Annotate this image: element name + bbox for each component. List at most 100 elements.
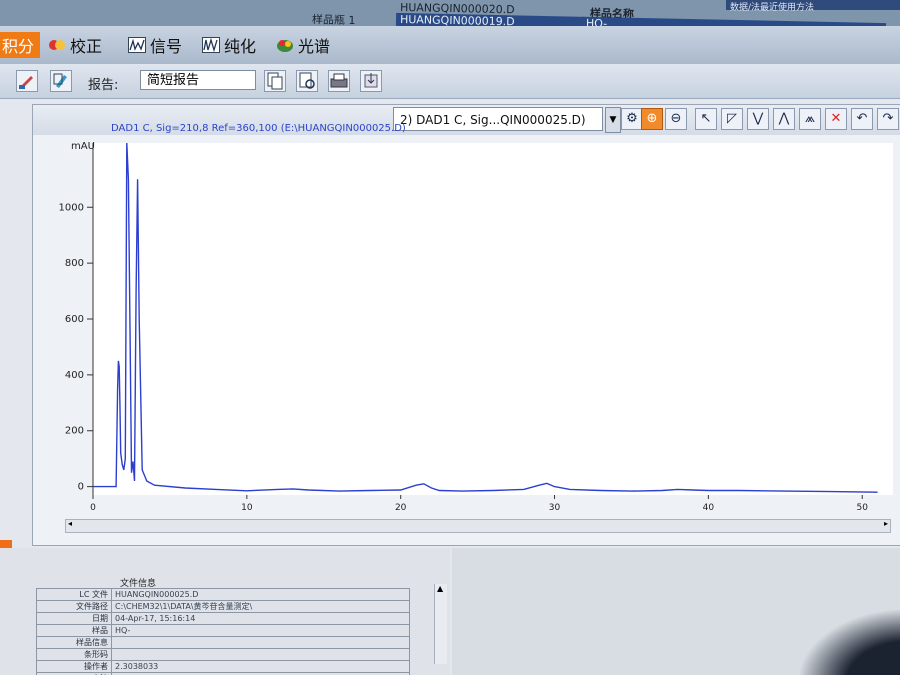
signal-view-panel: 2) DAD1 C, Sig...QIN000025.D) ▼ ⚙ ⊕ ⊖ ↖ … — [32, 104, 900, 546]
menu-integration[interactable]: 积分 — [0, 32, 41, 58]
x-tick-label: 10 — [241, 503, 253, 513]
file-info-key: 样品信息 — [36, 636, 112, 649]
menu-calibration[interactable]: 校正 — [48, 32, 102, 58]
menu-spectrum[interactable]: 光谱 — [276, 32, 330, 58]
file-info-value: HUANGQIN000025.D — [111, 588, 410, 601]
split-peak-icon: ⋁ — [752, 111, 764, 126]
menu-purify-label: 纯化 — [224, 37, 257, 56]
pen-icon — [53, 73, 67, 88]
file-info-value — [111, 648, 410, 661]
export-icon — [364, 73, 378, 88]
chromatogram-chart[interactable]: 0 200 400 600 800 1000 0 10 20 30 40 50 mAU — [33, 135, 900, 519]
x-tick-label: 50 — [857, 503, 869, 513]
file-info-row: 样品信息 — [36, 636, 410, 649]
file-info-value: HQ- — [111, 624, 410, 637]
file-info-value: C:\CHEM32\1\DATA\黄芩苷含量测定\ — [111, 600, 410, 613]
x-tick-label: 40 — [703, 503, 715, 513]
draw-baseline-button[interactable]: ◸ — [721, 108, 743, 130]
file-info-row: LC 文件 HUANGQIN000025.D — [36, 588, 410, 601]
view-menu-bar: 积分 校正 信号 纯化 光谱 — [0, 26, 900, 64]
file-info-key: 样品 — [36, 624, 112, 637]
copy-report-button[interactable] — [264, 70, 286, 92]
signal-icon — [128, 37, 146, 53]
peak-icon: ⋀ — [778, 111, 790, 126]
x-tick-label: 30 — [549, 503, 561, 513]
purify-icon — [202, 37, 220, 53]
file-info-key: 条形码 — [36, 648, 112, 661]
menu-signal-label: 信号 — [150, 37, 183, 56]
printer-icon — [330, 73, 348, 88]
menu-calibration-label: 校正 — [70, 37, 103, 56]
menu-spectrum-label: 光谱 — [298, 37, 331, 56]
x-tick-label: 0 — [90, 503, 96, 513]
undo-button[interactable]: ↶ — [851, 108, 873, 130]
document-copy-icon — [267, 72, 283, 90]
signal-selector-dropdown[interactable]: ▼ — [605, 107, 621, 133]
report-label: 报告: — [88, 78, 119, 93]
file-info-value — [111, 636, 410, 649]
file-info-key: 日期 — [36, 612, 112, 625]
file-info-key: LC 文件 — [36, 588, 112, 601]
monitor-bezel-shadow — [800, 610, 900, 675]
x-tick-label: 20 — [395, 503, 407, 513]
zoom-in-button[interactable]: ⊕ — [641, 108, 663, 130]
y-tick-label: 1000 — [59, 202, 84, 213]
split-peak-button[interactable]: ⋁ — [747, 108, 769, 130]
file-info-key: 文件路径 — [36, 600, 112, 613]
file-info-row: 条形码 — [36, 648, 410, 661]
undo-icon: ↶ — [856, 111, 868, 126]
y-tick-label: 400 — [65, 370, 84, 381]
file-info-row: 样品 HQ- — [36, 624, 410, 637]
cursor-icon: ↖ — [700, 111, 712, 126]
file-info-row: 操作者 2.3038033 — [36, 660, 410, 673]
file-info-table: LC 文件 HUANGQIN000025.D 文件路径 C:\CHEM32\1\DAT… — [36, 588, 410, 675]
tune-icon: ⚙ — [626, 111, 638, 126]
multi-peak-button[interactable]: ⩕ — [799, 108, 821, 130]
edit-icon — [19, 76, 33, 89]
redo-button[interactable]: ↷ — [877, 108, 899, 130]
signal-selector[interactable]: 2) DAD1 C, Sig...QIN000025.D) — [393, 107, 603, 131]
zoom-out-icon: ⊖ — [670, 111, 682, 126]
export-report-button[interactable] — [360, 70, 382, 92]
scroll-up-arrow-icon[interactable]: ▲ — [437, 584, 443, 593]
baseline-icon: ◸ — [727, 111, 737, 126]
edit-tool-button[interactable] — [16, 70, 38, 92]
delete-peak-button[interactable]: ✕ — [825, 108, 847, 130]
y-tick-label: 600 — [65, 314, 84, 325]
scroll-right-arrow-icon[interactable]: ▸ — [884, 519, 888, 528]
file-info-key: 操作者 — [36, 660, 112, 673]
zoom-out-button[interactable]: ⊖ — [665, 108, 687, 130]
report-toolbar: 报告: 简短报告 — [0, 64, 900, 99]
file-info-row: 日期 04-Apr-17, 15:16:14 — [36, 612, 410, 625]
menu-integration-label: 积分 — [2, 37, 35, 56]
scroll-left-arrow-icon[interactable]: ◂ — [68, 519, 72, 528]
y-tick-label: 0 — [78, 482, 84, 493]
preview-report-button[interactable] — [296, 70, 318, 92]
menu-signal[interactable]: 信号 — [128, 32, 182, 58]
pen-tool-button[interactable] — [50, 70, 72, 92]
file-info-scrollbar[interactable]: ▲ — [434, 584, 447, 664]
signal-options-button[interactable]: ⚙ — [621, 108, 643, 130]
y-tick-label: 800 — [65, 258, 84, 269]
file-info-value: 04-Apr-17, 15:16:14 — [111, 612, 410, 625]
manual-peak-button[interactable]: ⋀ — [773, 108, 795, 130]
trace-title: DAD1 C, Sig=210,8 Ref=360,100 (E:\HUANGQ… — [111, 123, 406, 134]
spectrum-icon — [276, 37, 294, 53]
redo-icon: ↷ — [882, 111, 894, 126]
zoom-in-icon: ⊕ — [646, 111, 658, 126]
chevron-down-icon: ▼ — [609, 115, 617, 125]
file-info-row: 文件路径 C:\CHEM32\1\DATA\黄芩苷含量测定\ — [36, 600, 410, 613]
file-info-panel: 文件信息 LC 文件 HUANGQIN000025.D 文件路径 C:\CHEM32\… — [0, 548, 450, 675]
signal-panel-header: 2) DAD1 C, Sig...QIN000025.D) ▼ ⚙ ⊕ ⊖ ↖ … — [33, 105, 900, 135]
print-preview-icon — [299, 72, 315, 89]
delete-icon: ✕ — [830, 111, 842, 126]
multi-peak-icon: ⩕ — [804, 111, 816, 126]
chart-horizontal-scrollbar[interactable]: ◂ ▸ — [65, 519, 891, 533]
chemstation-window: 数据/法最近使用方法 HUANGQIN000020.D 样品名称 样品瓶 1 H… — [0, 0, 900, 675]
report-select[interactable]: 简短报告 — [140, 70, 256, 90]
y-tick-label: 200 — [65, 426, 84, 437]
select-cursor-button[interactable]: ↖ — [695, 108, 717, 130]
menu-purify[interactable]: 纯化 — [202, 32, 256, 58]
plot-area — [93, 143, 893, 495]
print-report-button[interactable] — [328, 70, 350, 92]
